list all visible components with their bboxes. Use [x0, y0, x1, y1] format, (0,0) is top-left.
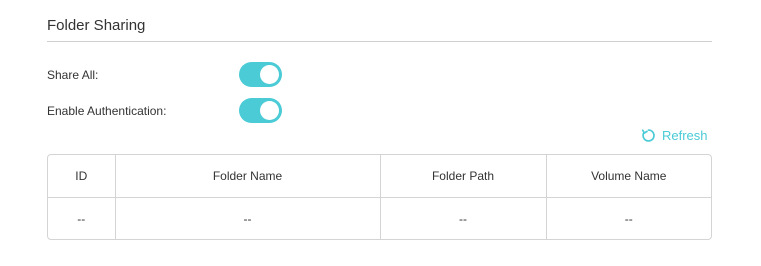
- column-header-id: ID: [48, 155, 116, 198]
- column-header-folder-name: Folder Name: [115, 155, 381, 198]
- enable-authentication-toggle[interactable]: [239, 98, 282, 123]
- refresh-button[interactable]: Refresh: [641, 128, 708, 143]
- column-header-volume-name: Volume Name: [546, 155, 711, 198]
- folder-sharing-panel: Folder Sharing Share All: Enable Authent…: [0, 0, 761, 266]
- share-all-label: Share All:: [47, 68, 99, 82]
- table-header-row: ID Folder Name Folder Path Volume Name: [48, 155, 711, 198]
- refresh-icon: [641, 129, 655, 142]
- table-row: -- -- -- --: [48, 197, 711, 239]
- folder-table: ID Folder Name Folder Path Volume Name -…: [47, 154, 712, 240]
- cell-folder-path: --: [380, 197, 547, 239]
- toggle-knob: [260, 101, 279, 120]
- section-divider: [47, 41, 712, 42]
- column-header-folder-path: Folder Path: [380, 155, 547, 198]
- refresh-label: Refresh: [662, 128, 708, 143]
- cell-folder-name: --: [115, 197, 381, 239]
- share-all-toggle[interactable]: [239, 62, 282, 87]
- enable-authentication-label: Enable Authentication:: [47, 104, 167, 118]
- toggle-knob: [260, 65, 279, 84]
- cell-volume-name: --: [624, 211, 633, 226]
- cell-id: --: [48, 197, 116, 239]
- section-title: Folder Sharing: [47, 17, 146, 34]
